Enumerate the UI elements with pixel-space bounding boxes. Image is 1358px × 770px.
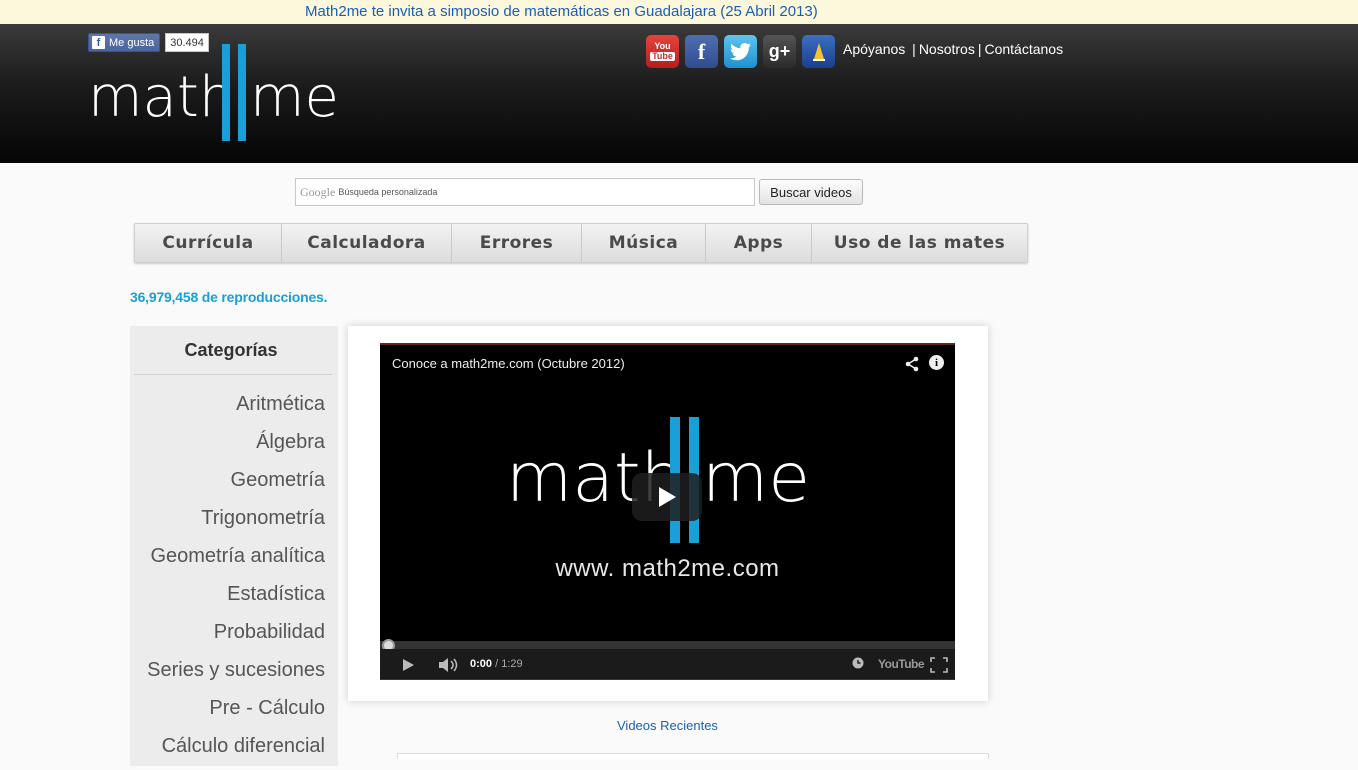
- announcement-bar: Math2me te invita a simposio de matemáti…: [0, 0, 1358, 24]
- category-item[interactable]: Estadística: [130, 580, 325, 618]
- top-link-contactanos[interactable]: Contáctanos: [984, 41, 1063, 57]
- video-player[interactable]: Conoce a math2me.com (Octubre 2012) i ma…: [380, 343, 955, 680]
- nav-tab-uso-de-las-mates[interactable]: Uso de las mates: [812, 224, 1027, 262]
- category-item[interactable]: Geometría analítica: [130, 542, 325, 580]
- sidebar-title: Categorías: [184, 340, 278, 360]
- play-icon[interactable]: [400, 657, 416, 673]
- site-header: f Me gusta 30.494 math me You Tube f g+ A…: [0, 24, 1358, 163]
- nav-tab-apps[interactable]: Apps: [706, 224, 812, 262]
- youtube-icon[interactable]: You Tube: [646, 35, 679, 68]
- video-duration: / 1:29: [495, 658, 523, 670]
- play-overlay-button[interactable]: [632, 473, 702, 521]
- nav-tab-curricula[interactable]: Currícula: [135, 224, 282, 262]
- top-link-nosotros[interactable]: Nosotros: [919, 41, 975, 57]
- search-input[interactable]: Google Búsqueda personalizada: [295, 178, 755, 206]
- top-links: Apóyanos | Nosotros | Contáctanos: [843, 41, 1064, 57]
- play-icon: [659, 487, 676, 507]
- category-item[interactable]: Pre - Cálculo: [130, 694, 325, 732]
- video-controls: 0:00 / 1:29 YouTube: [380, 649, 955, 679]
- category-item[interactable]: Geometría: [130, 466, 325, 504]
- facebook-icon[interactable]: f: [685, 35, 718, 68]
- google-plus-icon[interactable]: g+: [763, 35, 796, 68]
- info-icon[interactable]: i: [929, 355, 944, 370]
- share-icon[interactable]: [904, 356, 920, 372]
- search-button[interactable]: Buscar videos: [759, 179, 863, 205]
- category-item[interactable]: Series y sucesiones: [130, 656, 325, 694]
- main-nav: Currícula Calculadora Errores Música App…: [134, 223, 1028, 263]
- category-item[interactable]: Trigonometría: [130, 504, 325, 542]
- video-url-text: www. math2me.com: [555, 555, 780, 582]
- views-counter: 36,979,458 de reproducciones.: [130, 289, 328, 305]
- announcement-link[interactable]: Math2me te invita a simposio de matemáti…: [305, 3, 818, 20]
- categories-sidebar: Categorías Aritmética Álgebra Geometría …: [130, 326, 338, 766]
- logo-text-me: me: [250, 65, 339, 130]
- category-item[interactable]: Aritmética: [130, 390, 325, 428]
- fullscreen-icon[interactable]: [930, 657, 948, 673]
- youtube-brand-label[interactable]: YouTube: [878, 657, 925, 671]
- category-list: Aritmética Álgebra Geometría Trigonometr…: [130, 390, 325, 770]
- recent-videos-link[interactable]: Videos Recientes: [617, 718, 718, 733]
- sidebar-divider: [134, 374, 332, 375]
- category-item[interactable]: Cálculo diferencial: [130, 732, 325, 770]
- nav-tab-calculadora[interactable]: Calculadora: [282, 224, 452, 262]
- social-icons: You Tube f g+: [646, 35, 835, 68]
- dailymotion-icon[interactable]: [802, 35, 835, 68]
- video-title[interactable]: Conoce a math2me.com (Octubre 2012): [392, 356, 625, 371]
- recent-videos-box: [397, 753, 989, 759]
- category-item[interactable]: Probabilidad: [130, 618, 325, 656]
- nav-tab-errores[interactable]: Errores: [452, 224, 582, 262]
- nav-tab-musica[interactable]: Música: [582, 224, 706, 262]
- top-link-apoyanos[interactable]: Apóyanos: [843, 41, 905, 57]
- twitter-icon[interactable]: [724, 35, 757, 68]
- video-progress-bar[interactable]: [380, 639, 955, 652]
- google-label: Google: [300, 184, 336, 199]
- volume-icon[interactable]: [438, 657, 460, 673]
- category-item[interactable]: Álgebra: [130, 428, 325, 466]
- watch-later-icon[interactable]: [852, 657, 864, 669]
- logo-text-math: math: [88, 65, 234, 130]
- search-placeholder: Búsqueda personalizada: [338, 187, 438, 197]
- current-time: 0:00: [470, 658, 493, 670]
- svg-text:me: me: [702, 439, 810, 518]
- site-logo[interactable]: math me: [88, 42, 350, 142]
- video-time: 0:00 / 1:29: [470, 658, 523, 670]
